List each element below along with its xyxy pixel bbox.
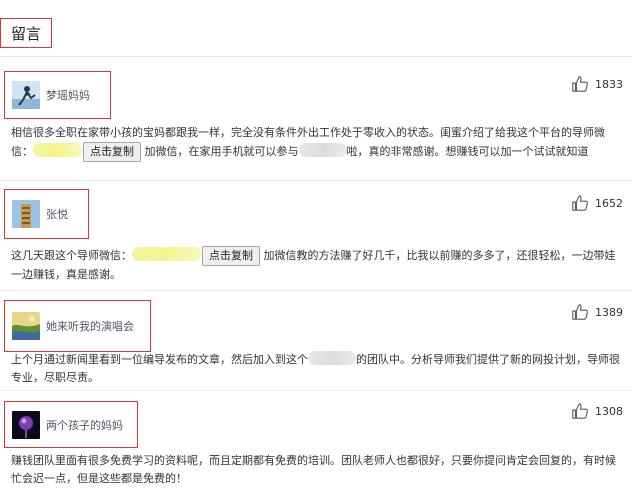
like-count: 1389	[595, 305, 623, 319]
like-counter[interactable]: 1389	[571, 303, 623, 321]
redacted-name	[298, 142, 347, 157]
comment-divider	[0, 180, 632, 181]
header-divider	[0, 56, 632, 57]
comment-user[interactable]: 两个孩子的妈妈	[4, 401, 138, 448]
redacted-wechat-id	[33, 142, 83, 157]
redacted-wechat-id	[132, 247, 202, 261]
like-count: 1833	[595, 77, 623, 91]
copy-button[interactable]: 点击复制	[83, 141, 141, 162]
comment-divider	[0, 390, 632, 391]
comment-divider	[0, 290, 632, 291]
thumbs-up-icon[interactable]	[571, 194, 589, 212]
thumbs-up-icon[interactable]	[571, 75, 589, 93]
page-title: 留言	[10, 24, 41, 43]
thumbs-up-icon[interactable]	[571, 303, 589, 321]
redacted-name	[308, 351, 356, 365]
header-title-box: 留言	[0, 18, 52, 48]
like-counter[interactable]: 1308	[571, 402, 623, 420]
comment-user[interactable]: 梦瑶妈妈	[4, 71, 111, 119]
thumbs-up-icon[interactable]	[571, 402, 589, 420]
copy-button[interactable]: 点击复制	[202, 246, 260, 266]
comment-text: 赚钱团队里面有很多免费学习的资料呢，而且定期都有免费的培训。团队老师人也都很好，…	[11, 452, 623, 487]
comment-text-part: 这几天跟这个导师微信：	[11, 249, 132, 262]
comment-text-part: 啦，真的非常感谢。想赚钱可以加一个试试就知道	[346, 144, 589, 158]
comment-text-part: 上个月通过新闻里看到一位编导发布的文章，然后加入到这个	[11, 353, 308, 366]
comment-user[interactable]: 她来听我的演唱会	[4, 300, 151, 352]
user-avatar	[12, 200, 40, 228]
user-avatar	[12, 81, 40, 109]
like-counter[interactable]: 1833	[571, 75, 623, 93]
like-count: 1652	[595, 196, 623, 210]
comment-text: 上个月通过新闻里看到一位编导发布的文章，然后加入到这个 的团队中。分析导师我们提供…	[11, 351, 623, 386]
comment-text-part: 加微信，在家用手机就可以参与	[144, 144, 299, 158]
comment-text-part: 赚钱团队里面有很多免费学习的资料呢，而且定期都有免费的培训。团队老师人也都很好，…	[11, 454, 616, 485]
username[interactable]: 两个孩子的妈妈	[46, 417, 123, 433]
comment-text: 这几天跟这个导师微信： 点击复制 加微信教的方法赚了好几千，比我以前赚的多多了，还…	[11, 246, 623, 284]
comment-user[interactable]: 张悦	[4, 189, 89, 239]
user-avatar	[12, 312, 40, 340]
username[interactable]: 她来听我的演唱会	[46, 318, 134, 334]
user-avatar	[12, 410, 40, 439]
username[interactable]: 张悦	[46, 206, 68, 222]
comment-text: 相信很多全职在家带小孩的宝妈都跟我一样，完全没有条件外出工作处于零收入的状态。闺…	[11, 124, 623, 162]
like-count: 1308	[595, 404, 623, 418]
like-counter[interactable]: 1652	[571, 194, 623, 212]
username[interactable]: 梦瑶妈妈	[46, 87, 90, 103]
